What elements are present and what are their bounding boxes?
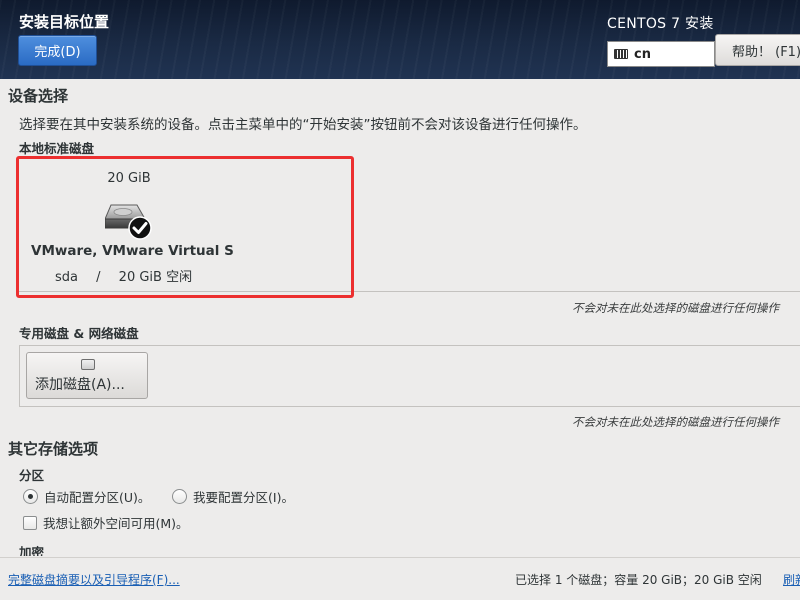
auto-partition-option[interactable]: 自动配置分区(U)。 [23,487,150,506]
manual-partition-radio[interactable] [172,489,187,504]
extra-space-label: 我想让额外空间可用(M)。 [43,516,189,531]
local-disks-heading: 本地标准磁盘 [19,141,95,156]
hard-disk-selected-icon [105,204,152,240]
full-disk-summary-link[interactable]: 完整磁盘摘要以及引导程序(F)... [8,571,180,588]
add-disk-button[interactable]: 添加磁盘(A)... [26,352,148,399]
selection-status: 已选择 1 个磁盘；容量 20 GiB；20 GiB 空闲 [515,573,762,587]
done-button[interactable]: 完成(D) [18,35,97,66]
manual-partition-label: 我要配置分区(I)。 [193,490,294,505]
keyboard-layout-label: cn [634,46,651,62]
encryption-heading: 加密 [19,545,45,556]
page-title: 安装目标位置 [19,13,110,31]
other-storage-heading: 其它存储选项 [8,440,99,458]
main-content[interactable]: 设备选择 选择要在其中安装系统的设备。点击主菜单中的“开始安装”按钮前不会对该设… [0,79,800,557]
keyboard-icon [614,49,628,59]
device-selection-heading: 设备选择 [8,87,69,105]
extra-space-checkbox[interactable] [23,515,37,530]
disk-tile-sda[interactable]: 20 GiB VMware, VMware Virtual S sda / 20… [19,159,239,292]
disk-free-space: 20 GiB 空闲 [118,270,193,285]
auto-partition-label: 自动配置分区(U)。 [44,490,151,505]
header-bar: 安装目标位置 完成(D) CENTOS 7 安装 cn 帮助！ (F1) [0,0,800,79]
keyboard-layout-indicator[interactable]: cn [607,41,715,67]
footer-bar: 完整磁盘摘要以及引导程序(F)... 已选择 1 个磁盘；容量 20 GiB；2… [0,557,800,600]
product-title: CENTOS 7 安装 [607,16,714,32]
local-disks-note: 不会对未在此处选择的磁盘进行任何操作 [572,301,779,315]
special-disks-heading: 专用磁盘 & 网络磁盘 [19,326,139,341]
refresh-link[interactable]: 刷新(R) [783,571,800,588]
extra-space-option[interactable]: 我想让额外空间可用(M)。 [23,513,189,532]
special-disks-area: 添加磁盘(A)... [19,345,800,407]
disk-small-icon [81,359,95,370]
disk-size: 20 GiB [107,171,151,186]
help-button[interactable]: 帮助！ (F1) [715,34,800,66]
disk-info: sda / 20 GiB 空闲 [55,266,206,285]
manual-partition-option[interactable]: 我要配置分区(I)。 [172,487,294,506]
partitioning-heading: 分区 [19,468,45,483]
special-disks-note: 不会对未在此处选择的磁盘进行任何操作 [572,415,779,429]
disk-name: VMware, VMware Virtual S [31,243,234,259]
local-disks-area: 20 GiB VMware, VMware Virtual S sda / 20… [19,159,800,292]
add-disk-label: 添加磁盘(A)... [35,377,125,393]
disk-device: sda [55,270,78,285]
disk-info-separator: / [96,270,101,285]
device-selection-description: 选择要在其中安装系统的设备。点击主菜单中的“开始安装”按钮前不会对该设备进行任何… [19,117,587,133]
auto-partition-radio[interactable] [23,489,38,504]
